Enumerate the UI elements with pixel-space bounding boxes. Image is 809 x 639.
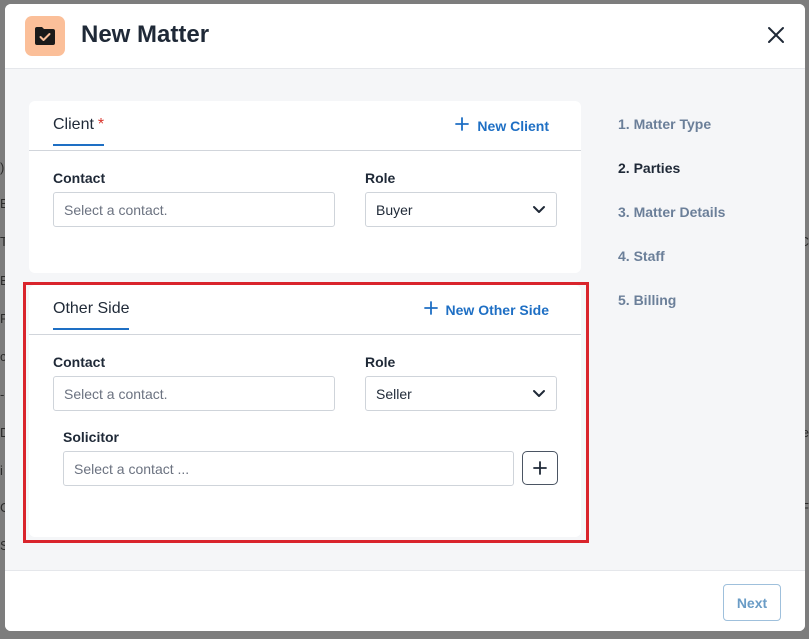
dialog-footer: Next — [5, 570, 805, 631]
contact-label: Contact — [53, 170, 106, 186]
backdrop-text: ) — [0, 160, 5, 175]
dialog-title: New Matter — [81, 21, 210, 48]
solicitor-input[interactable]: Select a contact ... — [63, 451, 514, 486]
role-label: Role — [365, 354, 396, 370]
new-client-button[interactable]: New Client — [455, 117, 549, 134]
step-parties[interactable]: 2. Parties — [618, 160, 725, 204]
step-billing[interactable]: 5. Billing — [618, 292, 725, 336]
chevron-down-icon — [532, 202, 546, 218]
client-role-select[interactable]: Buyer — [365, 192, 557, 227]
client-tab-label: Client — [53, 116, 94, 133]
plus-icon — [423, 301, 438, 318]
dialog-header: New Matter — [5, 4, 805, 69]
backdrop-text: i — [0, 463, 3, 478]
step-matter-type[interactable]: 1. Matter Type — [618, 116, 725, 160]
new-other-side-label: New Other Side — [445, 301, 549, 318]
backdrop-text: - — [0, 387, 5, 402]
step-staff[interactable]: 4. Staff — [618, 248, 725, 292]
tab-client[interactable]: Client * — [53, 116, 105, 146]
other-side-tab-label: Other Side — [53, 300, 130, 317]
other-side-contact-input[interactable]: Select a contact. — [53, 376, 335, 411]
solicitor-label: Solicitor — [63, 429, 120, 445]
chevron-down-icon — [532, 386, 546, 402]
new-matter-dialog: New Matter Client * New Client Contact Se… — [5, 4, 805, 631]
other-side-role-select[interactable]: Seller — [365, 376, 557, 411]
required-marker: * — [97, 116, 105, 133]
client-role-value: Buyer — [376, 201, 413, 218]
client-contact-input[interactable]: Select a contact. — [53, 192, 335, 227]
divider — [29, 150, 581, 151]
new-other-side-button[interactable]: New Other Side — [423, 301, 549, 318]
plus-icon — [455, 117, 470, 134]
contact-label: Contact — [53, 354, 106, 370]
other-side-role-value: Seller — [376, 385, 412, 402]
folder-check-icon — [25, 16, 65, 56]
wizard-steps: 1. Matter Type 2. Parties 3. Matter Deta… — [618, 116, 725, 336]
tab-other-side[interactable]: Other Side — [53, 300, 130, 330]
divider — [29, 334, 581, 335]
next-button[interactable]: Next — [723, 584, 781, 621]
client-card: Client * New Client Contact Select a cont… — [29, 101, 581, 273]
close-icon[interactable] — [765, 24, 787, 46]
step-matter-details[interactable]: 3. Matter Details — [618, 204, 725, 248]
role-label: Role — [365, 170, 396, 186]
add-solicitor-button[interactable] — [522, 451, 558, 485]
other-side-card: Other Side New Other Side Contact Select… — [29, 285, 581, 537]
new-client-label: New Client — [477, 117, 549, 134]
